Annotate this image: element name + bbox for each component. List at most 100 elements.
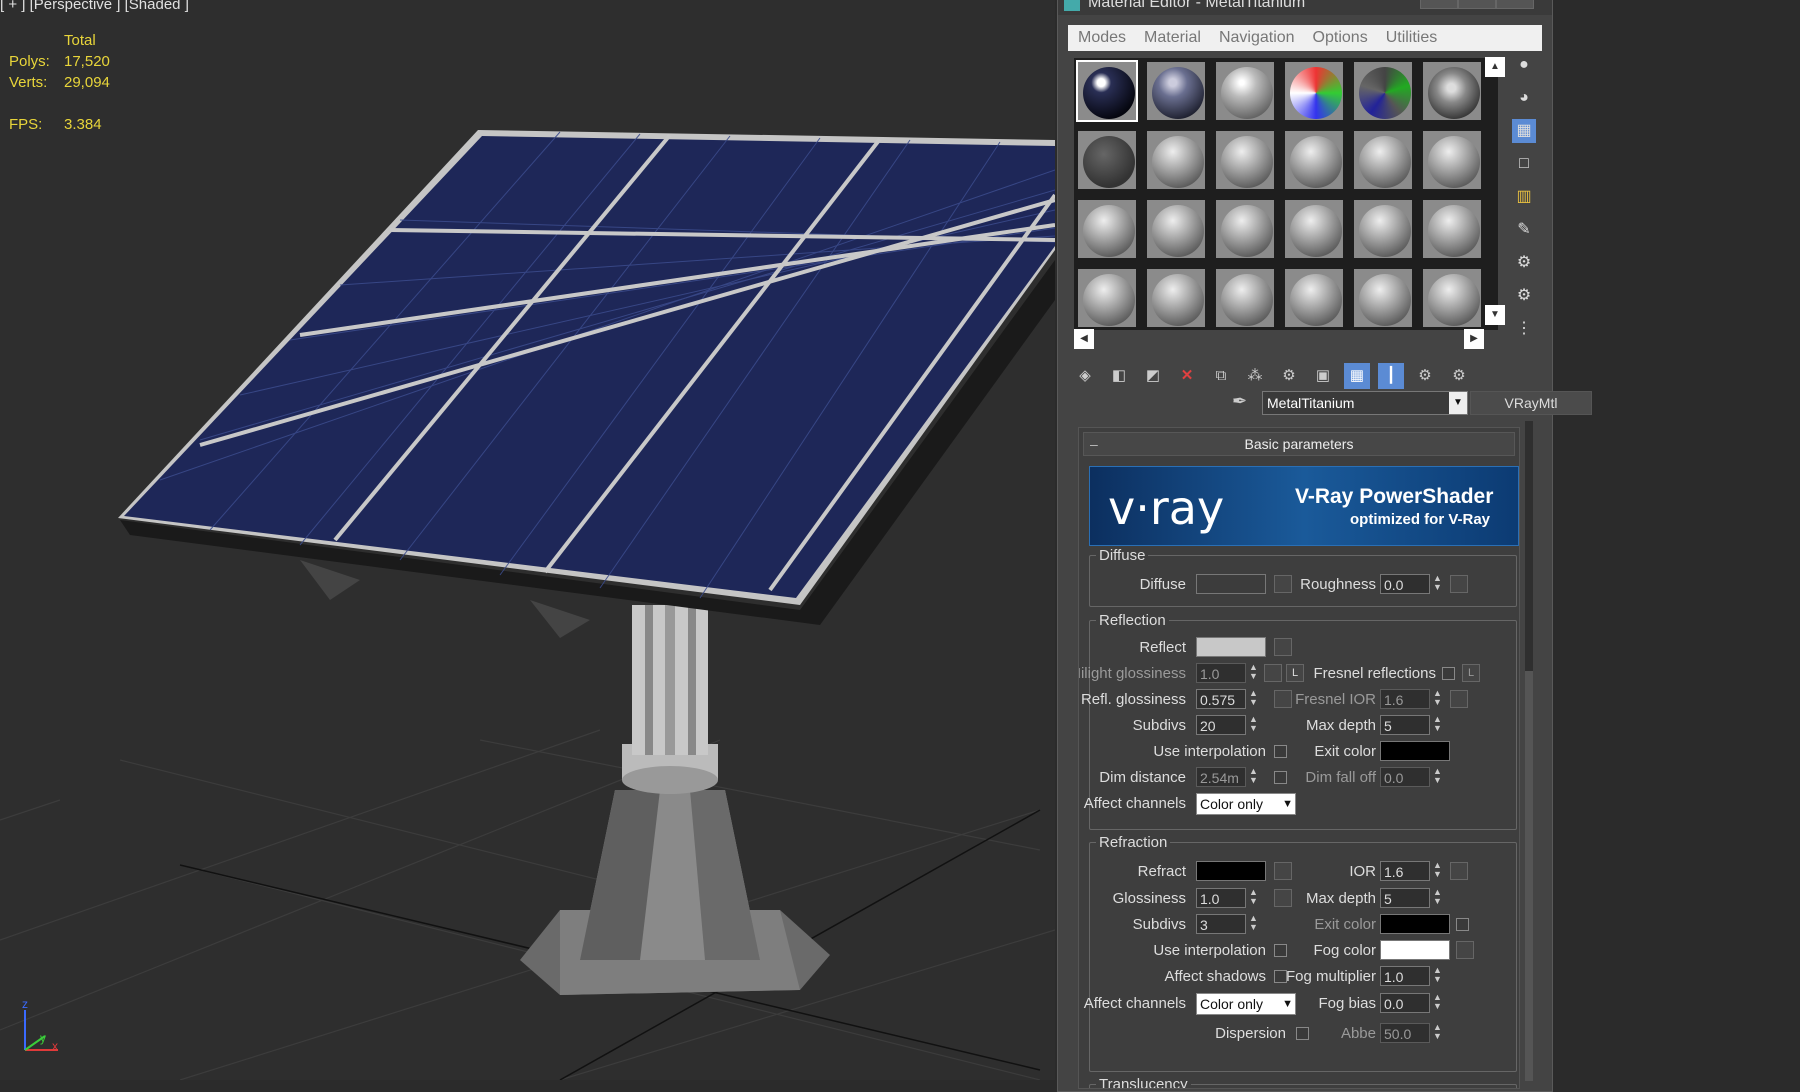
menu-navigation[interactable]: Navigation xyxy=(1219,29,1295,47)
material-name-field[interactable]: MetalTitanium ▼ xyxy=(1262,391,1468,415)
fog-color-map-button[interactable] xyxy=(1456,941,1474,959)
ior-field[interactable]: 1.6 xyxy=(1380,861,1430,881)
refr-exit-color-swatch[interactable] xyxy=(1380,914,1450,934)
sample-slot[interactable] xyxy=(1283,198,1345,260)
refl-subdivs-field[interactable]: 20 xyxy=(1196,715,1246,735)
eyedropper-icon[interactable]: ✒ xyxy=(1232,391,1247,412)
perspective-viewport[interactable]: z y x [ + ] [Perspective ] [Shaded ] Tot… xyxy=(0,0,1055,1080)
fog-multiplier-field[interactable]: 1.0 xyxy=(1380,966,1430,986)
show-end-result-icon[interactable]: ┃ xyxy=(1378,363,1404,389)
collapse-icon[interactable]: – xyxy=(1090,433,1098,455)
material-name-dropdown-icon[interactable]: ▼ xyxy=(1449,392,1467,414)
sample-slot[interactable] xyxy=(1421,60,1483,122)
put-to-scene-icon[interactable]: ◧ xyxy=(1106,363,1132,389)
sample-slot[interactable] xyxy=(1421,198,1483,260)
roughness-map-button[interactable] xyxy=(1450,575,1468,593)
refl-glossiness-field[interactable]: 0.575 xyxy=(1196,689,1246,709)
ior-spinner[interactable]: ▲ ▼ xyxy=(1432,861,1443,881)
fresnel-lock-button[interactable]: L xyxy=(1462,664,1480,682)
slots-scroll-up-button[interactable]: ▲ xyxy=(1485,57,1505,77)
refl-use-interpolation-checkbox[interactable] xyxy=(1274,745,1287,758)
go-forward-to-sibling-icon[interactable]: ⚙ xyxy=(1446,363,1472,389)
diffuse-map-button[interactable] xyxy=(1274,575,1292,593)
sample-slot[interactable] xyxy=(1352,198,1414,260)
diffuse-color-swatch[interactable] xyxy=(1196,574,1266,594)
sample-slot[interactable] xyxy=(1352,267,1414,329)
refl-max-depth-spinner[interactable]: ▲ ▼ xyxy=(1432,715,1443,735)
material-navigator-icon[interactable]: ⋮ xyxy=(1512,317,1536,341)
slots-scroll-left-button[interactable]: ◀ xyxy=(1074,329,1094,349)
show-map-in-viewport-icon[interactable]: ▦ xyxy=(1344,363,1370,389)
uv-tiling-icon[interactable]: □ xyxy=(1512,152,1536,176)
sample-slot[interactable] xyxy=(1076,267,1138,329)
fresnel-ior-map-button[interactable] xyxy=(1450,690,1468,708)
refr-max-depth-field[interactable]: 5 xyxy=(1380,888,1430,908)
sample-slot[interactable] xyxy=(1352,129,1414,191)
menu-options[interactable]: Options xyxy=(1313,29,1368,47)
material-id-channel-icon[interactable]: ▣ xyxy=(1310,363,1336,389)
slots-scroll-down-button[interactable]: ▼ xyxy=(1485,305,1505,325)
scrollbar-thumb[interactable] xyxy=(1525,671,1533,1081)
refr-glossiness-spinner[interactable]: ▲ ▼ xyxy=(1248,888,1259,908)
dim-distance-checkbox[interactable] xyxy=(1274,771,1287,784)
menu-material[interactable]: Material xyxy=(1144,29,1201,47)
refract-color-swatch[interactable] xyxy=(1196,861,1266,881)
refr-glossiness-map-button[interactable] xyxy=(1274,889,1292,907)
abbe-spinner[interactable]: ▲ ▼ xyxy=(1432,1023,1443,1043)
copy-material-icon[interactable]: ⧉ xyxy=(1208,363,1234,389)
hilight-glossiness-spinner[interactable]: ▲ ▼ xyxy=(1248,663,1259,683)
sample-slot[interactable] xyxy=(1283,60,1345,122)
roughness-spinner[interactable]: ▲ ▼ xyxy=(1432,574,1443,594)
fresnel-reflections-checkbox[interactable] xyxy=(1442,667,1455,680)
background-icon[interactable]: ▦ xyxy=(1512,119,1536,143)
sample-slot[interactable] xyxy=(1145,60,1207,122)
refr-affect-channels-dropdown[interactable]: Color only ▼ xyxy=(1196,993,1296,1015)
material-type-button[interactable]: VRayMtl xyxy=(1470,391,1592,415)
title-bar[interactable]: Material Editor - MetalTitanium xyxy=(1058,0,1552,15)
dim-distance-spinner[interactable]: ▲ ▼ xyxy=(1248,767,1259,787)
refl-glossiness-spinner[interactable]: ▲ ▼ xyxy=(1248,689,1259,709)
get-material-icon[interactable]: ◈ xyxy=(1072,363,1098,389)
sample-slot[interactable] xyxy=(1421,129,1483,191)
fresnel-ior-spinner[interactable]: ▲ ▼ xyxy=(1432,689,1443,709)
refr-use-interpolation-checkbox[interactable] xyxy=(1274,944,1287,957)
sample-slot[interactable] xyxy=(1076,129,1138,191)
sample-type-icon[interactable]: ● xyxy=(1512,53,1536,77)
reflect-map-button[interactable] xyxy=(1274,638,1292,656)
sample-slot[interactable] xyxy=(1145,267,1207,329)
abbe-field[interactable]: 50.0 xyxy=(1380,1023,1430,1043)
fresnel-ior-field[interactable]: 1.6 xyxy=(1380,689,1430,709)
video-color-check-icon[interactable]: ▥ xyxy=(1512,185,1536,209)
dim-falloff-field[interactable]: 0.0 xyxy=(1380,767,1430,787)
dispersion-checkbox[interactable] xyxy=(1296,1027,1309,1040)
fog-multiplier-spinner[interactable]: ▲ ▼ xyxy=(1432,966,1443,986)
parameters-scrollbar[interactable] xyxy=(1525,421,1533,1081)
refr-subdivs-spinner[interactable]: ▲ ▼ xyxy=(1248,914,1259,934)
assign-to-selection-icon[interactable]: ◩ xyxy=(1140,363,1166,389)
put-to-library-icon[interactable]: ⚙ xyxy=(1276,363,1302,389)
sample-slot[interactable] xyxy=(1352,60,1414,122)
sample-slot[interactable] xyxy=(1283,129,1345,191)
dim-distance-field[interactable]: 2.54m xyxy=(1196,767,1246,787)
sample-slot[interactable] xyxy=(1214,198,1276,260)
refract-map-button[interactable] xyxy=(1274,862,1292,880)
fog-bias-spinner[interactable]: ▲ ▼ xyxy=(1432,993,1443,1013)
hilight-map-button[interactable] xyxy=(1264,664,1282,682)
refl-glossiness-map-button[interactable] xyxy=(1274,690,1292,708)
refl-affect-channels-dropdown[interactable]: Color only ▼ xyxy=(1196,793,1296,815)
close-button[interactable] xyxy=(1496,0,1534,9)
go-to-parent-icon[interactable]: ⚙ xyxy=(1412,363,1438,389)
refl-exit-color-swatch[interactable] xyxy=(1380,741,1450,761)
menu-utilities[interactable]: Utilities xyxy=(1386,29,1438,47)
make-unique-icon[interactable]: ⁂ xyxy=(1242,363,1268,389)
maximize-button[interactable] xyxy=(1458,0,1496,9)
sample-slot[interactable] xyxy=(1214,129,1276,191)
sample-slot[interactable] xyxy=(1214,60,1276,122)
fog-bias-field[interactable]: 0.0 xyxy=(1380,993,1430,1013)
sample-slot[interactable] xyxy=(1421,267,1483,329)
options-icon[interactable]: ⚙ xyxy=(1512,251,1536,275)
refr-max-depth-spinner[interactable]: ▲ ▼ xyxy=(1432,888,1443,908)
hilight-lock-button[interactable]: L xyxy=(1286,664,1304,682)
sample-slot[interactable] xyxy=(1145,129,1207,191)
menu-modes[interactable]: Modes xyxy=(1078,29,1126,47)
